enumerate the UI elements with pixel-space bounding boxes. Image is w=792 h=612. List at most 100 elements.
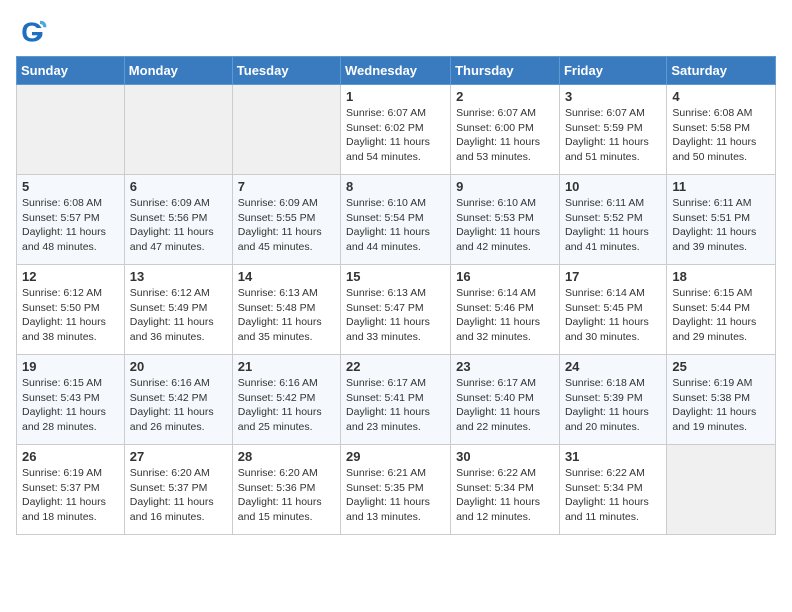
day-info: Sunrise: 6:10 AM Sunset: 5:53 PM Dayligh… — [456, 196, 554, 255]
calendar-cell: 24 Sunrise: 6:18 AM Sunset: 5:39 PM Dayli… — [559, 355, 666, 445]
calendar-cell: 13 Sunrise: 6:12 AM Sunset: 5:49 PM Dayli… — [124, 265, 232, 355]
day-number: 17 — [565, 269, 661, 284]
day-info: Sunrise: 6:17 AM Sunset: 5:40 PM Dayligh… — [456, 376, 554, 435]
day-info: Sunrise: 6:16 AM Sunset: 5:42 PM Dayligh… — [238, 376, 335, 435]
day-info: Sunrise: 6:13 AM Sunset: 5:47 PM Dayligh… — [346, 286, 445, 345]
day-info: Sunrise: 6:22 AM Sunset: 5:34 PM Dayligh… — [456, 466, 554, 525]
calendar-cell: 25Sunrise: 6:19 AM Sunset: 5:38 PM Dayli… — [667, 355, 776, 445]
calendar-week-row: 26Sunrise: 6:19 AM Sunset: 5:37 PM Dayli… — [17, 445, 776, 535]
calendar-cell: 27 Sunrise: 6:20 AM Sunset: 5:37 PM Dayli… — [124, 445, 232, 535]
calendar-cell: 22 Sunrise: 6:17 AM Sunset: 5:41 PM Dayli… — [341, 355, 451, 445]
day-info: Sunrise: 6:15 AM Sunset: 5:44 PM Dayligh… — [672, 286, 770, 345]
day-number: 2 — [456, 89, 554, 104]
day-info: Sunrise: 6:08 AM Sunset: 5:57 PM Dayligh… — [22, 196, 119, 255]
day-number: 13 — [130, 269, 227, 284]
day-number: 23 — [456, 359, 554, 374]
day-info: Sunrise: 6:20 AM Sunset: 5:37 PM Dayligh… — [130, 466, 227, 525]
day-number: 6 — [130, 179, 227, 194]
calendar-week-row: 12Sunrise: 6:12 AM Sunset: 5:50 PM Dayli… — [17, 265, 776, 355]
page-header — [16, 16, 776, 48]
calendar-cell: 10 Sunrise: 6:11 AM Sunset: 5:52 PM Dayli… — [559, 175, 666, 265]
day-number: 24 — [565, 359, 661, 374]
day-info: Sunrise: 6:11 AM Sunset: 5:52 PM Dayligh… — [565, 196, 661, 255]
day-info: Sunrise: 6:12 AM Sunset: 5:49 PM Dayligh… — [130, 286, 227, 345]
weekday-header: Wednesday — [341, 57, 451, 85]
calendar-cell: 11Sunrise: 6:11 AM Sunset: 5:51 PM Dayli… — [667, 175, 776, 265]
calendar-week-row: 5 Sunrise: 6:08 AM Sunset: 5:57 PM Daylig… — [17, 175, 776, 265]
day-info: Sunrise: 6:17 AM Sunset: 5:41 PM Dayligh… — [346, 376, 445, 435]
weekday-header: Tuesday — [232, 57, 340, 85]
day-number: 16 — [456, 269, 554, 284]
calendar-cell: 15 Sunrise: 6:13 AM Sunset: 5:47 PM Dayli… — [341, 265, 451, 355]
day-info: Sunrise: 6:09 AM Sunset: 5:55 PM Dayligh… — [238, 196, 335, 255]
calendar-cell: 8 Sunrise: 6:10 AM Sunset: 5:54 PM Daylig… — [341, 175, 451, 265]
calendar-cell — [124, 85, 232, 175]
day-number: 18 — [672, 269, 770, 284]
calendar-cell: 23 Sunrise: 6:17 AM Sunset: 5:40 PM Dayli… — [451, 355, 560, 445]
day-number: 21 — [238, 359, 335, 374]
weekday-header: Friday — [559, 57, 666, 85]
calendar-cell: 9 Sunrise: 6:10 AM Sunset: 5:53 PM Daylig… — [451, 175, 560, 265]
day-number: 19 — [22, 359, 119, 374]
logo — [16, 16, 52, 48]
day-info: Sunrise: 6:22 AM Sunset: 5:34 PM Dayligh… — [565, 466, 661, 525]
calendar-cell: 17 Sunrise: 6:14 AM Sunset: 5:45 PM Dayli… — [559, 265, 666, 355]
day-number: 14 — [238, 269, 335, 284]
day-info: Sunrise: 6:16 AM Sunset: 5:42 PM Dayligh… — [130, 376, 227, 435]
day-info: Sunrise: 6:14 AM Sunset: 5:45 PM Dayligh… — [565, 286, 661, 345]
calendar-header-row: SundayMondayTuesdayWednesdayThursdayFrid… — [17, 57, 776, 85]
day-number: 1 — [346, 89, 445, 104]
calendar-week-row: 1 Sunrise: 6:07 AM Sunset: 6:02 PM Daylig… — [17, 85, 776, 175]
day-info: Sunrise: 6:07 AM Sunset: 6:00 PM Dayligh… — [456, 106, 554, 165]
calendar-cell — [232, 85, 340, 175]
calendar-cell: 26Sunrise: 6:19 AM Sunset: 5:37 PM Dayli… — [17, 445, 125, 535]
day-number: 10 — [565, 179, 661, 194]
calendar-cell: 3 Sunrise: 6:07 AM Sunset: 5:59 PM Daylig… — [559, 85, 666, 175]
weekday-header: Thursday — [451, 57, 560, 85]
calendar-cell — [17, 85, 125, 175]
calendar-cell: 16Sunrise: 6:14 AM Sunset: 5:46 PM Dayli… — [451, 265, 560, 355]
day-info: Sunrise: 6:07 AM Sunset: 6:02 PM Dayligh… — [346, 106, 445, 165]
day-number: 22 — [346, 359, 445, 374]
day-info: Sunrise: 6:21 AM Sunset: 5:35 PM Dayligh… — [346, 466, 445, 525]
calendar-cell — [667, 445, 776, 535]
calendar-cell: 4 Sunrise: 6:08 AM Sunset: 5:58 PM Daylig… — [667, 85, 776, 175]
day-number: 28 — [238, 449, 335, 464]
day-info: Sunrise: 6:19 AM Sunset: 5:37 PM Dayligh… — [22, 466, 119, 525]
calendar-cell: 2 Sunrise: 6:07 AM Sunset: 6:00 PM Daylig… — [451, 85, 560, 175]
day-number: 15 — [346, 269, 445, 284]
day-number: 27 — [130, 449, 227, 464]
calendar-cell: 18 Sunrise: 6:15 AM Sunset: 5:44 PM Dayli… — [667, 265, 776, 355]
calendar-cell: 31 Sunrise: 6:22 AM Sunset: 5:34 PM Dayli… — [559, 445, 666, 535]
day-number: 20 — [130, 359, 227, 374]
day-number: 12 — [22, 269, 119, 284]
day-info: Sunrise: 6:18 AM Sunset: 5:39 PM Dayligh… — [565, 376, 661, 435]
calendar-table: SundayMondayTuesdayWednesdayThursdayFrid… — [16, 56, 776, 535]
day-number: 30 — [456, 449, 554, 464]
calendar-cell: 19Sunrise: 6:15 AM Sunset: 5:43 PM Dayli… — [17, 355, 125, 445]
day-number: 9 — [456, 179, 554, 194]
day-number: 11 — [672, 179, 770, 194]
day-number: 8 — [346, 179, 445, 194]
day-number: 25 — [672, 359, 770, 374]
calendar-week-row: 19Sunrise: 6:15 AM Sunset: 5:43 PM Dayli… — [17, 355, 776, 445]
logo-icon — [16, 16, 48, 48]
calendar-cell: 6 Sunrise: 6:09 AM Sunset: 5:56 PM Daylig… — [124, 175, 232, 265]
day-number: 4 — [672, 89, 770, 104]
calendar-cell: 28 Sunrise: 6:20 AM Sunset: 5:36 PM Dayli… — [232, 445, 340, 535]
calendar-cell: 12Sunrise: 6:12 AM Sunset: 5:50 PM Dayli… — [17, 265, 125, 355]
day-info: Sunrise: 6:20 AM Sunset: 5:36 PM Dayligh… — [238, 466, 335, 525]
weekday-header: Saturday — [667, 57, 776, 85]
weekday-header: Sunday — [17, 57, 125, 85]
day-info: Sunrise: 6:07 AM Sunset: 5:59 PM Dayligh… — [565, 106, 661, 165]
day-info: Sunrise: 6:09 AM Sunset: 5:56 PM Dayligh… — [130, 196, 227, 255]
day-number: 3 — [565, 89, 661, 104]
day-number: 5 — [22, 179, 119, 194]
calendar-cell: 20 Sunrise: 6:16 AM Sunset: 5:42 PM Dayli… — [124, 355, 232, 445]
calendar-cell: 5 Sunrise: 6:08 AM Sunset: 5:57 PM Daylig… — [17, 175, 125, 265]
day-info: Sunrise: 6:08 AM Sunset: 5:58 PM Dayligh… — [672, 106, 770, 165]
day-info: Sunrise: 6:10 AM Sunset: 5:54 PM Dayligh… — [346, 196, 445, 255]
calendar-cell: 14Sunrise: 6:13 AM Sunset: 5:48 PM Dayli… — [232, 265, 340, 355]
day-number: 31 — [565, 449, 661, 464]
calendar-cell: 29Sunrise: 6:21 AM Sunset: 5:35 PM Dayli… — [341, 445, 451, 535]
